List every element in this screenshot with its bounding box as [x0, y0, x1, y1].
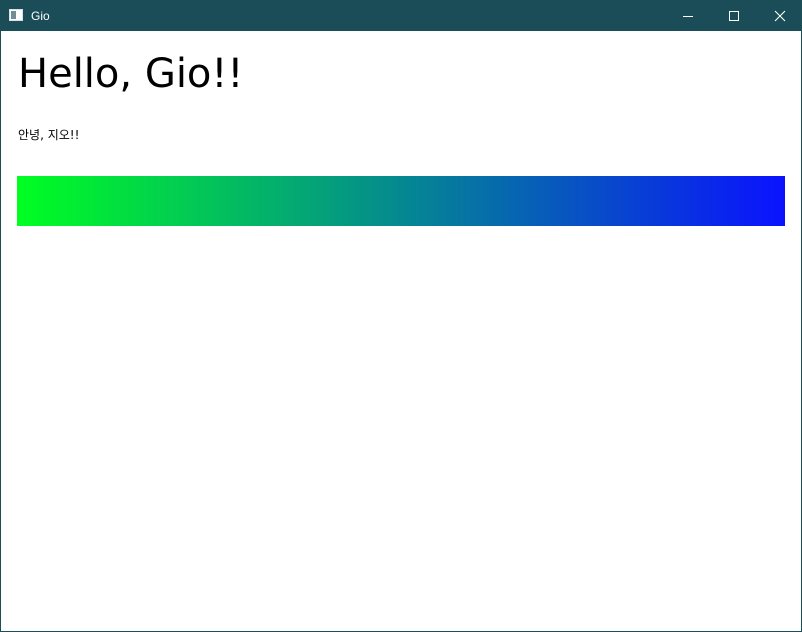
title-bar[interactable]: Gio	[1, 1, 801, 31]
maximize-icon	[729, 11, 739, 21]
app-window: Gio Hello, Gio!! 안녕, 지오!!	[0, 0, 802, 632]
hello-heading: Hello, Gio!!	[18, 51, 244, 97]
close-button[interactable]	[757, 1, 802, 31]
gradient-bar	[17, 176, 785, 226]
minimize-button[interactable]	[665, 1, 711, 31]
app-window-icon[interactable]	[9, 9, 23, 21]
close-icon	[774, 10, 786, 22]
minimize-icon	[683, 16, 693, 17]
maximize-button[interactable]	[711, 1, 757, 31]
window-title: Gio	[31, 9, 50, 23]
korean-greeting: 안녕, 지오!!	[18, 128, 80, 142]
content-area: Hello, Gio!! 안녕, 지오!!	[1, 31, 801, 631]
